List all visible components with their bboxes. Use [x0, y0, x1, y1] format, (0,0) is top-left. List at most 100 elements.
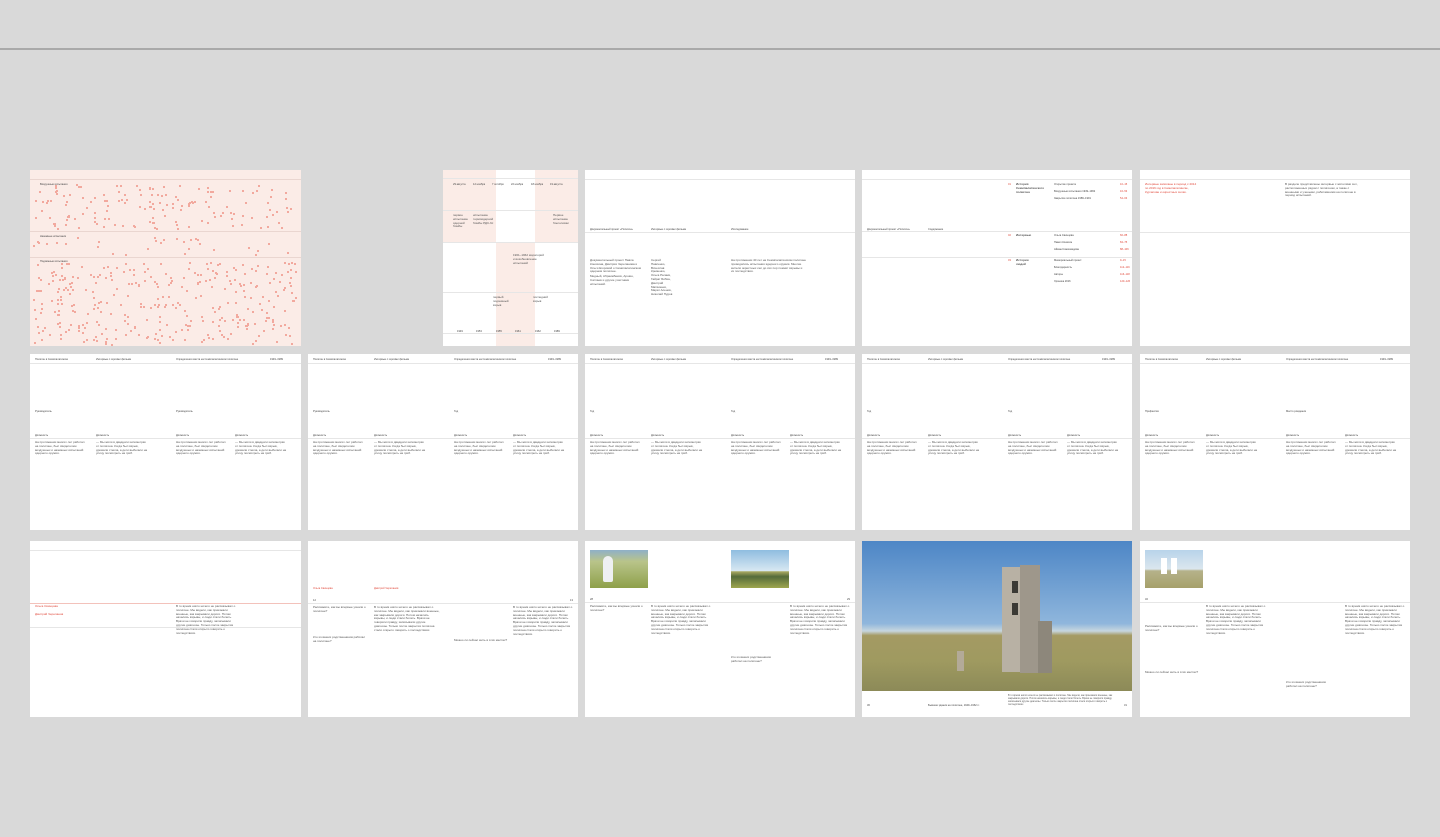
toolbar-divider — [0, 48, 1440, 50]
test-dot — [206, 190, 209, 193]
test-dot — [202, 320, 205, 323]
spread-7[interactable]: Полигон в Семипалатинске Интервью с геро… — [308, 354, 578, 530]
test-dot — [93, 197, 96, 200]
test-dot — [64, 331, 67, 334]
test-dot — [229, 279, 232, 282]
spread-10[interactable]: Полигон в Семипалатинске Интервью с геро… — [1140, 354, 1410, 530]
test-dot — [124, 319, 127, 322]
test-dot — [272, 213, 275, 216]
test-dot — [148, 220, 151, 223]
spread-4-contents[interactable]: Документальный проект «Полигон» Содержан… — [862, 170, 1132, 346]
test-dot — [143, 262, 146, 265]
spread-3[interactable]: Документальный проект «Полигон» Интервью… — [585, 170, 855, 346]
test-dot — [212, 321, 215, 324]
test-dot — [154, 304, 157, 307]
section-title: Истории людей — [1016, 258, 1029, 266]
test-dot — [175, 237, 178, 240]
test-dot — [57, 302, 60, 305]
toc-item[interactable]: Благодарность — [1054, 266, 1072, 269]
test-dot — [64, 287, 67, 290]
test-dot — [289, 268, 292, 271]
test-dot — [281, 274, 284, 277]
test-dot — [285, 198, 288, 201]
test-dot — [244, 202, 247, 205]
spread-14-photo[interactable]: 30 Бывшие здания на полигоне, 1949–1962 … — [862, 541, 1132, 717]
toc-item[interactable]: Авторы — [1054, 273, 1063, 276]
running-head: Полигон в Семипалатинске — [867, 358, 901, 361]
spread-9[interactable]: Полигон в Семипалатинске Интервью с геро… — [862, 354, 1132, 530]
test-dot — [241, 190, 244, 192]
test-dot — [199, 243, 202, 246]
toc-item[interactable]: Воздушные испытания 1949–1962 — [1054, 190, 1095, 193]
spread-2[interactable]: 29 августа 12 ноября 7 октября 22 ноября… — [443, 170, 578, 346]
test-dot — [150, 194, 153, 197]
test-dot — [165, 272, 168, 275]
test-dot — [36, 263, 39, 266]
test-dot — [283, 262, 286, 265]
test-dot — [274, 290, 277, 293]
field-label: Год — [1008, 410, 1013, 413]
test-dot — [265, 311, 268, 314]
spread-8[interactable]: Полигон в Семипалатинске Интервью с геро… — [585, 354, 855, 530]
test-dot — [243, 289, 246, 292]
field-label: Профессия — [1145, 410, 1159, 413]
running-head: Интервью с героями фильма — [1206, 358, 1242, 361]
timeline-date: 12 ноября — [473, 183, 486, 186]
test-dot — [48, 334, 51, 337]
question: Расскажите, как вы впервые узнали о поли… — [1145, 624, 1198, 632]
test-dot — [186, 328, 189, 331]
test-dot — [164, 304, 167, 307]
test-dot — [252, 311, 255, 314]
test-dot — [284, 334, 287, 337]
toc-item[interactable]: Хроника 2016 — [1054, 280, 1071, 283]
toc-item[interactable]: Павел Коняхин — [1054, 241, 1072, 244]
spread-6[interactable]: Полигон в Семипалатинске Интервью с геро… — [30, 354, 301, 530]
test-dot — [214, 216, 217, 219]
label: Содержание — [928, 228, 944, 231]
test-dot — [69, 323, 72, 326]
test-dot — [184, 310, 187, 313]
test-dot — [200, 294, 203, 297]
spread-12[interactable]: Ольга Свинцова Дмитрий Черепанов 12 13 Р… — [308, 541, 578, 717]
spread-13[interactable]: 28 29 Расскажите, как вы впервые узнали … — [585, 541, 855, 717]
test-dot — [230, 283, 233, 286]
test-dot — [49, 199, 52, 202]
test-dot — [214, 276, 217, 279]
test-dot — [183, 252, 186, 255]
test-dot — [163, 186, 166, 189]
test-dot — [64, 223, 67, 226]
spread-15[interactable]: 32 Расскажите, как вы впервые узнали о п… — [1140, 541, 1410, 717]
toc-item[interactable]: Мемориальный проект — [1054, 259, 1082, 262]
test-dot — [117, 191, 120, 193]
test-dot — [210, 196, 213, 199]
toc-page: 9–15 — [1120, 259, 1126, 262]
toc-item[interactable]: Ольга Свинцова — [1054, 234, 1074, 237]
test-dot — [105, 209, 108, 212]
toc-item[interactable]: Закрытие полигона 1989–1991 — [1054, 197, 1091, 200]
question: Можно ли сейчас жить в этих местах? — [1145, 670, 1199, 674]
field-label: Должность — [235, 434, 249, 437]
test-dot — [289, 285, 292, 288]
test-dot — [179, 304, 182, 307]
test-dot — [273, 305, 276, 308]
test-dot — [195, 238, 198, 241]
test-dot — [53, 311, 56, 314]
test-dot — [82, 341, 85, 343]
toc-item[interactable]: Открытие проекта — [1054, 183, 1076, 186]
spread-5[interactable]: Интервью записаны в период с 2014 по 201… — [1140, 170, 1410, 346]
test-dot — [195, 297, 198, 300]
timeline-event: испытание термоядерной бомбы РДС-6с — [473, 213, 494, 225]
paragraph: В то время никто ничего не рассказывал о… — [790, 604, 850, 635]
spread-1[interactable]: Воздушные испытания Наземные испытания П… — [30, 170, 301, 346]
field-label: Год — [867, 410, 872, 413]
test-dot — [266, 316, 269, 319]
test-dot — [33, 298, 35, 301]
test-dot — [172, 304, 175, 307]
test-dot — [172, 202, 175, 205]
toc-item[interactable]: Айман Кожахмедова — [1054, 248, 1079, 251]
test-dot — [210, 286, 213, 289]
test-dot — [86, 338, 89, 341]
spread-11[interactable]: Ольга Свинцова Дмитрий Черепанов В то вр… — [30, 541, 301, 717]
test-dot — [259, 226, 262, 229]
test-dot — [157, 305, 160, 308]
